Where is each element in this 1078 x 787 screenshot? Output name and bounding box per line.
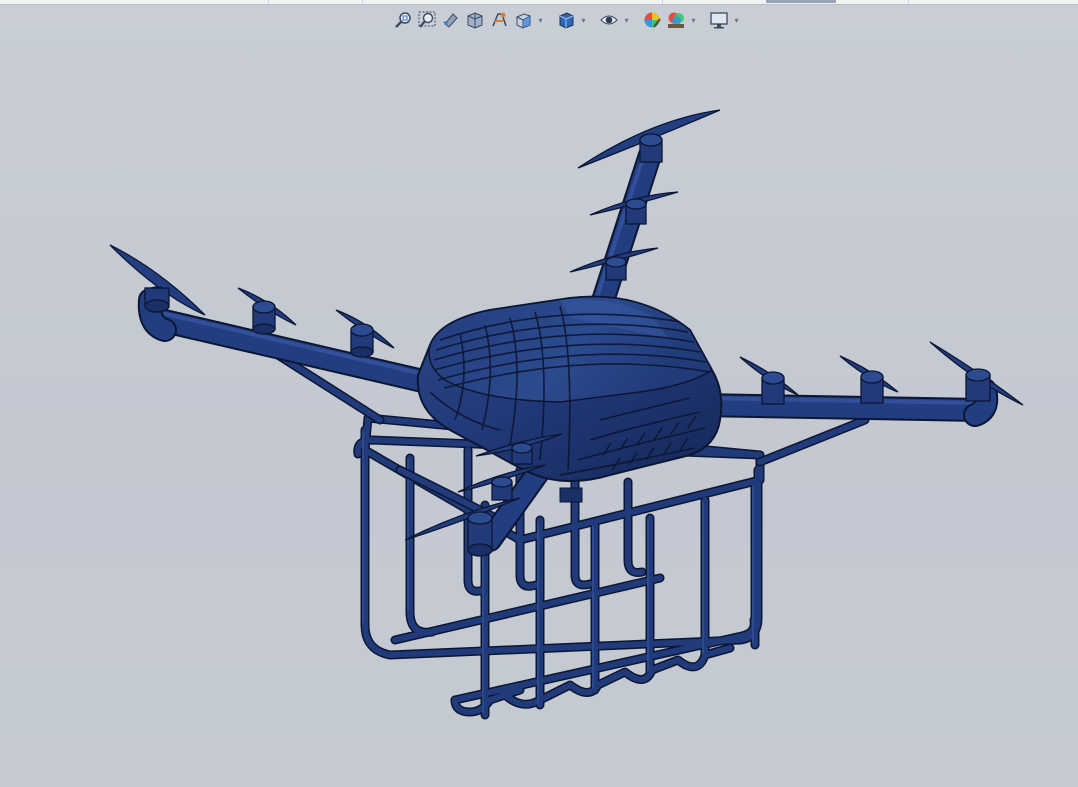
propeller-left-mid — [237, 287, 297, 335]
heads-up-view-toolbar: ▾ ▾ ▾ ▾ ▾ — [392, 8, 741, 32]
view-settings-button[interactable] — [708, 9, 730, 31]
graphics-viewport[interactable] — [0, 34, 1078, 787]
display-style-icon — [559, 12, 574, 29]
tab-divider — [362, 0, 363, 4]
section-view-icon — [467, 12, 483, 29]
view-settings-dropdown[interactable]: ▾ — [732, 9, 741, 31]
propeller-left-inner — [335, 309, 395, 358]
tab-divider — [268, 0, 269, 4]
zoom-to-area-button[interactable] — [416, 9, 438, 31]
previous-view-icon — [443, 13, 458, 28]
section-view-button[interactable] — [464, 9, 486, 31]
propeller-left-tip — [109, 244, 206, 316]
tab-divider — [908, 0, 909, 4]
zoom-to-fit-icon — [395, 12, 411, 28]
central-body — [416, 295, 723, 503]
apply-scene-dropdown[interactable]: ▾ — [689, 9, 698, 31]
apply-scene-icon — [668, 12, 684, 28]
tab-divider — [662, 0, 663, 4]
dynamic-annotation-icon — [492, 12, 507, 27]
previous-view-button[interactable] — [440, 9, 462, 31]
apply-scene-button[interactable] — [665, 9, 687, 31]
hide-show-items-icon — [600, 15, 618, 25]
zoom-to-fit-button[interactable] — [392, 9, 414, 31]
view-settings-icon — [710, 12, 728, 29]
propeller-back-tip — [577, 109, 721, 169]
hide-show-items-button[interactable] — [598, 9, 620, 31]
window-top-strip — [0, 0, 1078, 5]
view-orientation-button[interactable] — [512, 9, 534, 31]
propeller-right-tip — [929, 341, 1024, 406]
zoom-to-area-icon — [418, 11, 436, 28]
edit-appearance-button[interactable] — [641, 9, 663, 31]
display-style-button[interactable] — [555, 9, 577, 31]
drone-model[interactable] — [0, 34, 1078, 787]
active-tab-indicator[interactable] — [766, 0, 836, 3]
view-orientation-dropdown[interactable]: ▾ — [536, 9, 545, 31]
edit-appearance-icon — [644, 12, 661, 28]
hide-show-items-dropdown[interactable]: ▾ — [622, 9, 631, 31]
view-orientation-icon — [516, 13, 531, 29]
display-style-dropdown[interactable]: ▾ — [579, 9, 588, 31]
dynamic-annotation-views-button[interactable] — [488, 9, 510, 31]
